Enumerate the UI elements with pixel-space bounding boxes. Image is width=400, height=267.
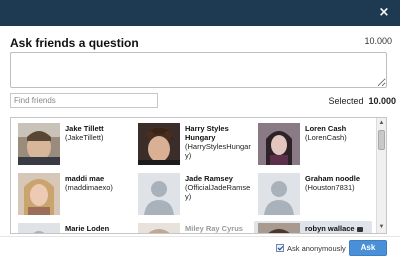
avatar xyxy=(258,223,300,233)
avatar xyxy=(258,123,300,165)
selected-value: 10.000 xyxy=(368,96,396,106)
friend-name: Graham noodle (Houston7831) xyxy=(305,174,371,192)
selected-label: Selected xyxy=(328,96,364,106)
friend-handle: (JakeTillett) xyxy=(65,133,104,142)
friend-handle: (LorenCash) xyxy=(305,133,347,142)
friend-item-selected[interactable]: robyn wallace xyxy=(254,221,372,233)
friend-item[interactable]: Harry Styles Hungary (HarryStylesHungary… xyxy=(134,121,252,167)
friend-item[interactable]: Graham noodle (Houston7831) xyxy=(254,171,372,217)
friend-handle: (OfficialJadeRamsey) xyxy=(185,183,251,201)
ask-anonymously-label: Ask anonymously xyxy=(287,244,346,253)
friend-item[interactable]: Jade Ramsey (OfficialJadeRamsey) xyxy=(134,171,252,217)
friend-item[interactable]: Marie Loden xyxy=(14,221,132,233)
default-avatar-icon xyxy=(18,223,60,233)
friend-item[interactable]: maddi mae (maddimaexo) xyxy=(14,171,132,217)
scroll-thumb[interactable] xyxy=(378,130,385,150)
scroll-up-arrow-icon[interactable]: ▲ xyxy=(377,119,386,128)
friends-list: Jake Tillett (JakeTillett) Harry Styles … xyxy=(10,117,387,234)
ask-anonymously-checkbox[interactable]: Ask anonymously xyxy=(276,244,346,253)
friend-name: Jade Ramsey (OfficialJadeRamsey) xyxy=(185,174,251,201)
footer-divider xyxy=(0,236,400,237)
camera-icon xyxy=(356,226,363,232)
checkbox-checked-icon[interactable] xyxy=(276,244,284,252)
avatar xyxy=(138,223,180,233)
dialog-title: Ask friends a question xyxy=(10,36,139,50)
friend-name: Jake Tillett (JakeTillett) xyxy=(65,124,131,142)
scroll-down-arrow-icon[interactable]: ▼ xyxy=(377,223,386,232)
friend-handle: (maddimaexo) xyxy=(65,183,113,192)
friend-name: Marie Loden xyxy=(65,224,110,233)
selected-count: Selected 10.000 xyxy=(328,96,396,106)
ask-button[interactable]: Ask xyxy=(349,240,387,256)
friend-name: Miley Ray Cyrus xyxy=(185,224,243,233)
avatar xyxy=(18,123,60,165)
friend-item[interactable]: Miley Ray Cyrus xyxy=(134,221,252,233)
avatar xyxy=(138,123,180,165)
default-avatar-icon xyxy=(138,173,180,215)
friend-item[interactable]: Loren Cash (LorenCash) xyxy=(254,121,372,167)
friend-name: robyn wallace xyxy=(305,224,371,233)
friend-handle: (Houston7831) xyxy=(305,183,355,192)
default-avatar-icon xyxy=(258,173,300,215)
scrollbar[interactable]: ▲ ▼ xyxy=(376,118,386,233)
close-icon[interactable]: × xyxy=(377,6,391,20)
avatar xyxy=(18,173,60,215)
friend-name: Harry Styles Hungary (HarryStylesHungary… xyxy=(185,124,251,160)
dialog-titlebar: × xyxy=(0,0,400,26)
friend-name: maddi mae (maddimaexo) xyxy=(65,174,131,192)
character-count: 10.000 xyxy=(364,36,392,46)
friend-name: Loren Cash (LorenCash) xyxy=(305,124,371,142)
question-input[interactable] xyxy=(10,52,387,88)
find-friends-input[interactable] xyxy=(10,93,158,108)
friend-handle: (HarryStylesHungary) xyxy=(185,142,251,160)
friend-item[interactable]: Jake Tillett (JakeTillett) xyxy=(14,121,132,167)
